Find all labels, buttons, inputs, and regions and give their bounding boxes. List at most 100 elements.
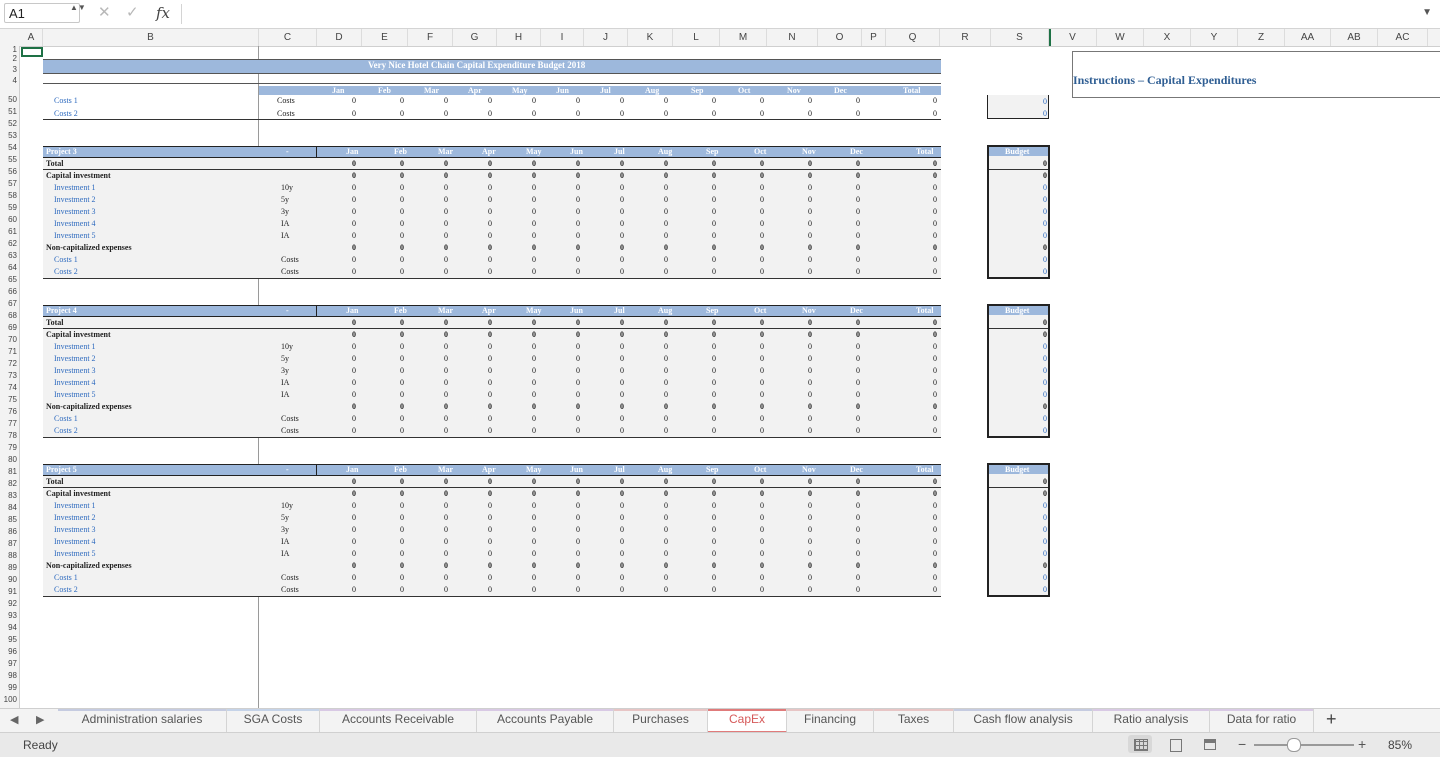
value-cell[interactable]: 0: [808, 378, 812, 387]
value-cell[interactable]: 0: [808, 354, 812, 363]
value-cell[interactable]: 0: [808, 561, 812, 570]
value-cell[interactable]: 0: [576, 267, 580, 276]
row-header-cell[interactable]: 50: [0, 94, 19, 106]
row-header-cell[interactable]: 78: [0, 430, 19, 442]
value-cell[interactable]: 0: [712, 366, 716, 375]
value-cell[interactable]: 0: [808, 109, 812, 118]
sheet-tab[interactable]: Accounts Payable: [477, 709, 614, 733]
row-header-cell[interactable]: 57: [0, 178, 19, 190]
value-cell[interactable]: 0: [532, 366, 536, 375]
value-cell[interactable]: 0: [808, 489, 812, 498]
value-cell[interactable]: 0: [576, 378, 580, 387]
value-cell[interactable]: 0: [620, 354, 624, 363]
value-cell[interactable]: 0: [760, 354, 764, 363]
value-cell[interactable]: 0: [576, 477, 580, 486]
value-cell[interactable]: 0: [532, 342, 536, 351]
value-cell[interactable]: 0: [760, 171, 764, 180]
value-cell[interactable]: 0: [712, 549, 716, 558]
value-cell[interactable]: 0: [712, 354, 716, 363]
row-type[interactable]: 5y: [281, 195, 289, 204]
value-cell[interactable]: 0: [664, 267, 668, 276]
value-cell[interactable]: 0: [444, 573, 448, 582]
row-type[interactable]: 5y: [281, 354, 289, 363]
total-cell[interactable]: 0: [933, 195, 937, 204]
value-cell[interactable]: 0: [532, 501, 536, 510]
value-cell[interactable]: 0: [664, 171, 668, 180]
value-cell[interactable]: 0: [808, 537, 812, 546]
value-cell[interactable]: 0: [488, 195, 492, 204]
row-header-cell[interactable]: 83: [0, 490, 19, 502]
row-header-cell[interactable]: 1: [0, 46, 19, 54]
row-header-cell[interactable]: 93: [0, 610, 19, 622]
value-cell[interactable]: 0: [400, 585, 404, 594]
value-cell[interactable]: 0: [488, 330, 492, 339]
row-label[interactable]: Investment 2: [54, 195, 96, 204]
value-cell[interactable]: 0: [532, 255, 536, 264]
value-cell[interactable]: 0: [808, 366, 812, 375]
value-cell[interactable]: 0: [808, 477, 812, 486]
total-cell[interactable]: 0: [933, 267, 937, 276]
row-label[interactable]: Investment 3: [54, 525, 96, 534]
row-label[interactable]: Investment 1: [54, 183, 96, 192]
budget-cell[interactable]: 0: [1043, 378, 1047, 387]
value-cell[interactable]: 0: [664, 537, 668, 546]
value-cell[interactable]: 0: [712, 525, 716, 534]
value-cell[interactable]: 0: [856, 195, 860, 204]
row-type[interactable]: IA: [281, 390, 289, 399]
row-header-cell[interactable]: 76: [0, 406, 19, 418]
row-type[interactable]: Costs: [277, 96, 295, 105]
value-cell[interactable]: 0: [620, 96, 624, 105]
value-cell[interactable]: 0: [444, 318, 448, 327]
value-cell[interactable]: 0: [532, 573, 536, 582]
value-cell[interactable]: 0: [444, 195, 448, 204]
value-cell[interactable]: 0: [808, 501, 812, 510]
row-label[interactable]: Costs 2: [54, 109, 78, 118]
budget-cell[interactable]: 0: [1043, 159, 1047, 168]
value-cell[interactable]: 0: [856, 159, 860, 168]
value-cell[interactable]: 0: [532, 414, 536, 423]
value-cell[interactable]: 0: [856, 501, 860, 510]
row-header-cell[interactable]: 86: [0, 526, 19, 538]
value-cell[interactable]: 0: [620, 231, 624, 240]
value-cell[interactable]: 0: [352, 231, 356, 240]
value-cell[interactable]: 0: [576, 414, 580, 423]
row-label[interactable]: Costs 1: [54, 414, 78, 423]
value-cell[interactable]: 0: [664, 96, 668, 105]
budget-cell[interactable]: 0: [1043, 537, 1047, 546]
value-cell[interactable]: 0: [444, 561, 448, 570]
row-label[interactable]: Costs 1: [54, 573, 78, 582]
value-cell[interactable]: 0: [576, 354, 580, 363]
column-header-cell[interactable]: Q: [886, 29, 940, 46]
value-cell[interactable]: 0: [532, 402, 536, 411]
value-cell[interactable]: 0: [856, 573, 860, 582]
budget-cell[interactable]: 0: [1043, 109, 1047, 118]
value-cell[interactable]: 0: [856, 561, 860, 570]
value-cell[interactable]: 0: [712, 489, 716, 498]
value-cell[interactable]: 0: [664, 513, 668, 522]
row-label[interactable]: Investment 3: [54, 207, 96, 216]
value-cell[interactable]: 0: [352, 402, 356, 411]
column-header-cell[interactable]: Y: [1191, 29, 1238, 46]
value-cell[interactable]: 0: [620, 159, 624, 168]
value-cell[interactable]: 0: [352, 489, 356, 498]
value-cell[interactable]: 0: [712, 378, 716, 387]
column-header-cell[interactable]: B: [43, 29, 259, 46]
value-cell[interactable]: 0: [856, 549, 860, 558]
value-cell[interactable]: 0: [488, 501, 492, 510]
value-cell[interactable]: 0: [712, 477, 716, 486]
row-label[interactable]: Costs 1: [54, 96, 78, 105]
value-cell[interactable]: 0: [808, 219, 812, 228]
row-type[interactable]: Costs: [281, 585, 299, 594]
row-type[interactable]: IA: [281, 231, 289, 240]
value-cell[interactable]: 0: [620, 318, 624, 327]
budget-cell[interactable]: 0: [1043, 330, 1047, 339]
value-cell[interactable]: 0: [712, 426, 716, 435]
value-cell[interactable]: 0: [712, 183, 716, 192]
value-cell[interactable]: 0: [352, 330, 356, 339]
value-cell[interactable]: 0: [712, 159, 716, 168]
value-cell[interactable]: 0: [760, 585, 764, 594]
value-cell[interactable]: 0: [664, 366, 668, 375]
row-header-cell[interactable]: 100: [0, 694, 19, 706]
value-cell[interactable]: 0: [576, 489, 580, 498]
value-cell[interactable]: 0: [576, 159, 580, 168]
